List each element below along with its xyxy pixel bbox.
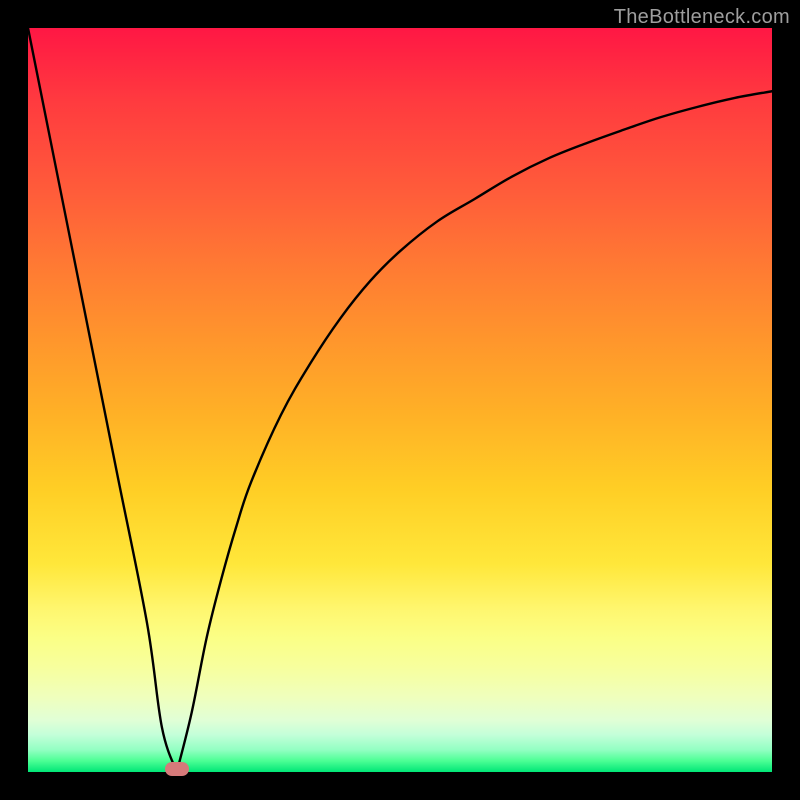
bottleneck-curve [28, 28, 772, 772]
watermark-text: TheBottleneck.com [614, 6, 790, 29]
plot-area [28, 28, 772, 772]
chart-frame: TheBottleneck.com [0, 0, 800, 800]
optimum-marker [165, 762, 189, 776]
